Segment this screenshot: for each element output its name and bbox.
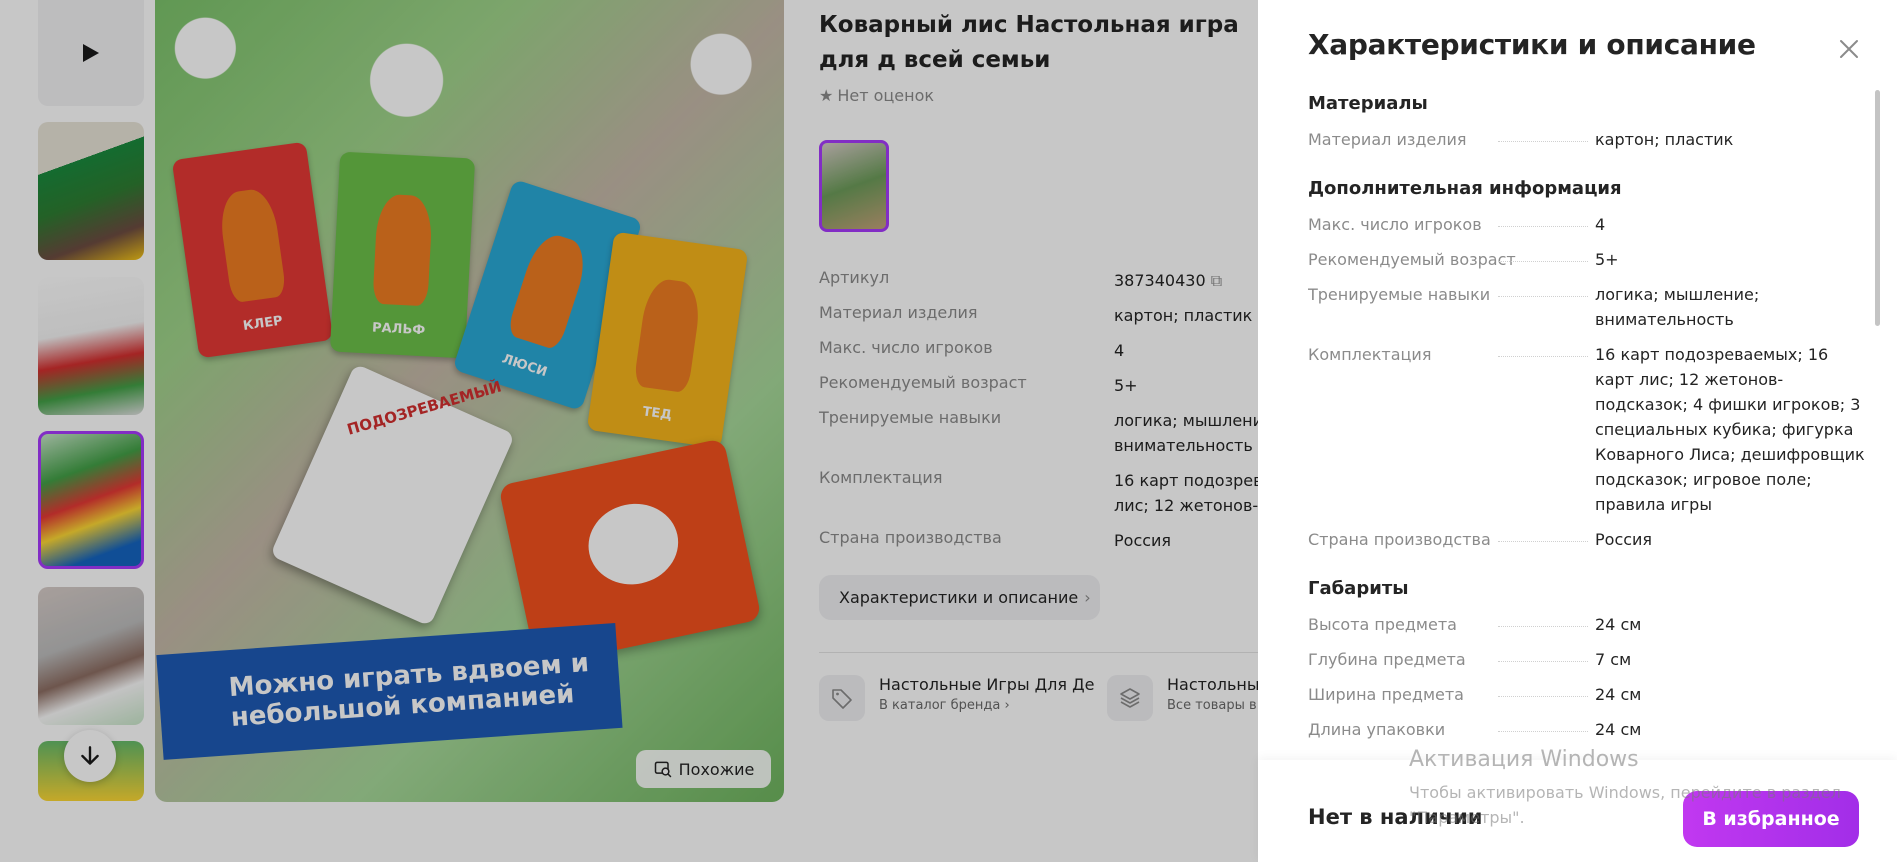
close-button[interactable] [1834,34,1864,64]
leader-line [1498,296,1588,297]
leader-line [1498,541,1588,542]
characteristic-key: Материал изделия [1308,130,1467,149]
characteristic-value: 24 см [1595,685,1642,704]
characteristic-key: Ширина предмета [1308,685,1464,704]
stock-status: Нет в наличии [1308,805,1483,829]
characteristic-value: 24 см [1595,720,1642,739]
section-title: Материалы [1308,93,1428,114]
characteristic-value: 4 [1595,215,1606,234]
leader-line [1498,661,1588,662]
characteristic-value: Россия [1595,530,1653,549]
characteristic-value: картон; пластик [1595,130,1734,149]
leader-line [1498,356,1588,357]
drawer-title: Характеристики и описание [1308,28,1756,61]
leader-line [1498,696,1588,697]
leader-line [1498,731,1588,732]
leader-line [1498,261,1588,262]
characteristic-value: логика; мышление; внимательность [1595,285,1760,329]
leader-line [1498,626,1588,627]
characteristic-key: Комплектация [1308,345,1432,364]
drawer-footer: Нет в наличии В избранное [1258,760,1897,862]
characteristic-key: Высота предмета [1308,615,1457,634]
characteristic-value: 16 карт подозреваемых; 16 карт лис; 12 ж… [1595,345,1865,514]
drawer-content[interactable]: Материалы Материал изделия картон; пласт… [1308,88,1868,760]
characteristic-key: Длина упаковки [1308,720,1446,739]
characteristic-value: 24 см [1595,615,1642,634]
section-title: Дополнительная информация [1308,178,1622,199]
characteristic-key: Рекомендуемый возраст [1308,250,1516,269]
characteristics-drawer: Характеристики и описание Материалы Мате… [1258,0,1897,862]
leader-line [1498,141,1588,142]
characteristic-value: 7 см [1595,650,1632,669]
leader-line [1498,226,1588,227]
characteristic-key: Тренируемые навыки [1308,285,1491,304]
characteristic-value: 5+ [1595,250,1619,269]
add-to-favorites-button[interactable]: В избранное [1683,791,1859,847]
characteristic-key: Макс. число игроков [1308,215,1482,234]
section-title: Габариты [1308,578,1409,599]
close-icon [1840,40,1858,58]
characteristic-key: Страна производства [1308,530,1491,549]
characteristic-key: Глубина предмета [1308,650,1466,669]
drawer-scrollbar[interactable] [1875,90,1880,326]
